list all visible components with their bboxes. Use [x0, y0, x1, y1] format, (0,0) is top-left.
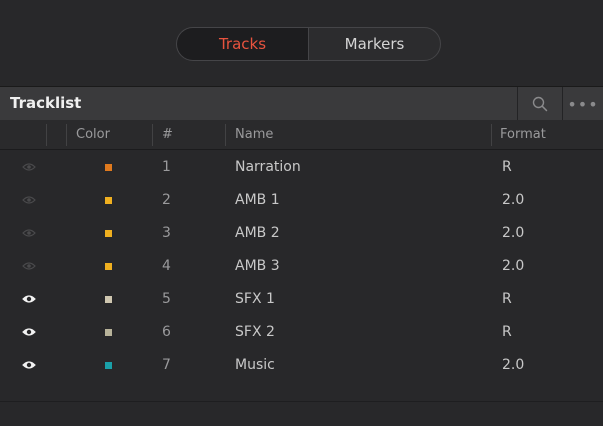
track-format: R: [502, 291, 512, 307]
track-name: AMB 1: [235, 192, 280, 208]
column-divider: [491, 124, 492, 146]
track-number: 4: [162, 258, 171, 274]
color-swatch: [105, 263, 112, 270]
column-format[interactable]: Format: [500, 120, 546, 149]
track-format: R: [502, 159, 512, 175]
track-number: 3: [162, 225, 171, 241]
color-swatch: [105, 296, 112, 303]
track-number: 7: [162, 357, 171, 373]
table-row[interactable]: 2 AMB 1 2.0: [0, 184, 603, 217]
track-name: AMB 2: [235, 225, 280, 241]
column-color[interactable]: Color: [76, 120, 110, 149]
track-number: 1: [162, 159, 171, 175]
column-name[interactable]: Name: [235, 120, 273, 149]
color-swatch: [105, 362, 112, 369]
panel-bottom-divider: [0, 401, 603, 402]
tab-tracks[interactable]: Tracks: [177, 28, 309, 60]
track-name: Music: [235, 357, 275, 373]
column-divider: [66, 124, 67, 146]
tracklist-panel: Tracks Markers Tracklist ••• Color # Nam…: [0, 0, 603, 426]
search-button[interactable]: [518, 87, 562, 121]
track-number: 2: [162, 192, 171, 208]
track-name: SFX 1: [235, 291, 275, 307]
table-row[interactable]: 5 SFX 1 R: [0, 283, 603, 316]
color-swatch: [105, 164, 112, 171]
more-options-icon: •••: [567, 94, 599, 114]
table-row[interactable]: 3 AMB 2 2.0: [0, 217, 603, 250]
column-divider: [225, 124, 226, 146]
column-divider: [46, 124, 47, 146]
visibility-eye-icon[interactable]: [22, 293, 36, 305]
tracklist-title: Tracklist: [10, 94, 82, 112]
track-format: 2.0: [502, 357, 525, 373]
track-number: 6: [162, 324, 171, 340]
visibility-eye-icon[interactable]: [22, 359, 36, 371]
table-row[interactable]: 6 SFX 2 R: [0, 316, 603, 349]
track-number: 5: [162, 291, 171, 307]
track-format: 2.0: [502, 258, 525, 274]
table-row[interactable]: 4 AMB 3 2.0: [0, 250, 603, 283]
search-icon: [532, 96, 548, 112]
visibility-eye-icon[interactable]: [22, 161, 36, 173]
track-name: Narration: [235, 159, 301, 175]
track-format: 2.0: [502, 225, 525, 241]
color-swatch: [105, 197, 112, 204]
visibility-eye-icon[interactable]: [22, 326, 36, 338]
tab-markers[interactable]: Markers: [309, 28, 440, 60]
column-number[interactable]: #: [162, 120, 173, 149]
tracks-markers-toggle: Tracks Markers: [176, 27, 441, 61]
column-divider: [152, 124, 153, 146]
track-name: AMB 3: [235, 258, 280, 274]
color-swatch: [105, 230, 112, 237]
table-row[interactable]: 1 Narration R: [0, 151, 603, 184]
table-row[interactable]: 7 Music 2.0: [0, 349, 603, 382]
track-format: 2.0: [502, 192, 525, 208]
color-swatch: [105, 329, 112, 336]
visibility-eye-icon[interactable]: [22, 227, 36, 239]
more-options-button[interactable]: •••: [563, 87, 603, 121]
tracklist-header: Tracklist •••: [0, 86, 603, 121]
visibility-eye-icon[interactable]: [22, 260, 36, 272]
visibility-eye-icon[interactable]: [22, 194, 36, 206]
track-list: 1 Narration R 2 AMB 1 2.0 3 AMB 2 2.0 4 …: [0, 151, 603, 382]
track-name: SFX 2: [235, 324, 275, 340]
top-bar: Tracks Markers: [0, 0, 603, 86]
column-header: Color # Name Format: [0, 120, 603, 150]
track-format: R: [502, 324, 512, 340]
